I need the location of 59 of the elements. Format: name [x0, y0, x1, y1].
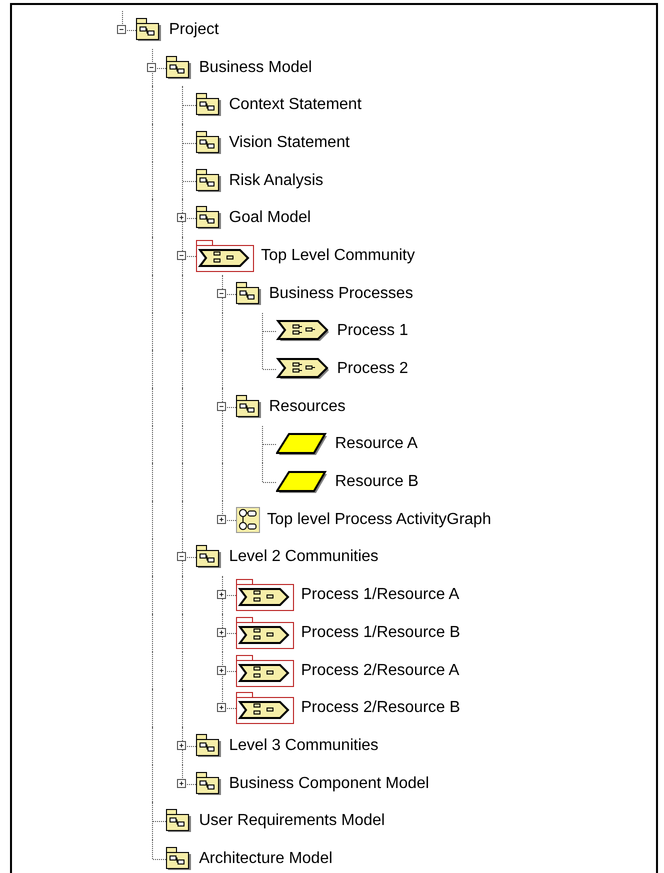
tree-item-label[interactable]: Process 1 — [337, 322, 408, 340]
package-icon — [196, 772, 222, 796]
tree-item-label[interactable]: Business Model — [199, 58, 312, 77]
collapse-toggle[interactable] — [177, 250, 186, 260]
process-icon — [276, 357, 330, 382]
process-package-icon — [236, 654, 294, 687]
tree-item-label[interactable]: Vision Statement — [229, 134, 350, 152]
tree-item-label[interactable]: User Requirements Model — [199, 812, 385, 830]
collapse-toggle[interactable] — [217, 402, 226, 411]
tree-item-label[interactable]: Context Statement — [229, 96, 362, 114]
collapse-toggle[interactable] — [117, 24, 126, 34]
collapse-toggle[interactable] — [177, 552, 186, 562]
tree-item-label[interactable]: Process 2/Resource A — [301, 662, 460, 680]
tree-item-label[interactable]: Project — [169, 20, 219, 39]
expand-toggle[interactable] — [217, 514, 226, 524]
expand-toggle[interactable] — [217, 590, 226, 600]
tree-item-label[interactable]: Top Level Community — [261, 246, 415, 265]
expand-toggle[interactable] — [217, 666, 226, 675]
collapse-toggle[interactable] — [147, 62, 156, 72]
package-icon — [196, 93, 222, 118]
collapse-toggle[interactable] — [217, 288, 226, 298]
process-icon — [276, 319, 330, 344]
package-icon — [166, 56, 192, 80]
tree-item-label[interactable]: Resource B — [335, 473, 419, 492]
tree-item-label[interactable]: Top level Process ActivityGraph — [267, 510, 492, 529]
package-icon — [196, 206, 222, 230]
expand-toggle[interactable] — [177, 740, 186, 750]
expand-toggle[interactable] — [217, 628, 226, 637]
package-icon — [236, 282, 262, 306]
tree-item-label[interactable]: Architecture Model — [199, 850, 332, 868]
expand-toggle[interactable] — [177, 213, 186, 222]
tree-item-label[interactable]: Goal Model — [229, 209, 311, 228]
process-package-icon — [236, 579, 294, 612]
expand-toggle[interactable] — [217, 703, 226, 712]
tree-item-label[interactable]: Process 1/Resource B — [301, 624, 460, 642]
tree-item-label[interactable]: Risk Analysis — [229, 172, 324, 190]
tree-item-label[interactable]: Business Processes — [269, 284, 414, 303]
tree-item-label[interactable]: Process 2 — [337, 360, 408, 378]
tree-item-label[interactable]: Resources — [269, 398, 346, 416]
tree-item-label[interactable]: Process 2/Resource B — [301, 699, 460, 718]
package-icon — [196, 168, 222, 193]
package-icon — [196, 734, 222, 758]
parallelogram-icon — [276, 470, 328, 494]
tree-item-label[interactable]: Level 2 Communities — [229, 548, 378, 566]
tree-item-label[interactable]: Process 1/Resource A — [301, 586, 460, 604]
expand-toggle[interactable] — [177, 778, 186, 788]
package-icon — [136, 18, 162, 42]
package-icon — [166, 809, 192, 834]
activity-graph-icon — [236, 506, 260, 533]
process-package-icon — [236, 692, 294, 724]
process-package-icon — [236, 616, 294, 649]
tree-item-label[interactable]: Business Component Model — [229, 774, 430, 793]
package-icon — [196, 130, 222, 155]
tree-item-label[interactable]: Level 3 Communities — [229, 736, 378, 755]
tree-item-label[interactable]: Resource A — [335, 435, 418, 454]
package-icon — [236, 394, 262, 419]
process-package-icon — [196, 240, 254, 272]
parallelogram-icon — [276, 432, 328, 456]
package-icon — [196, 545, 222, 570]
